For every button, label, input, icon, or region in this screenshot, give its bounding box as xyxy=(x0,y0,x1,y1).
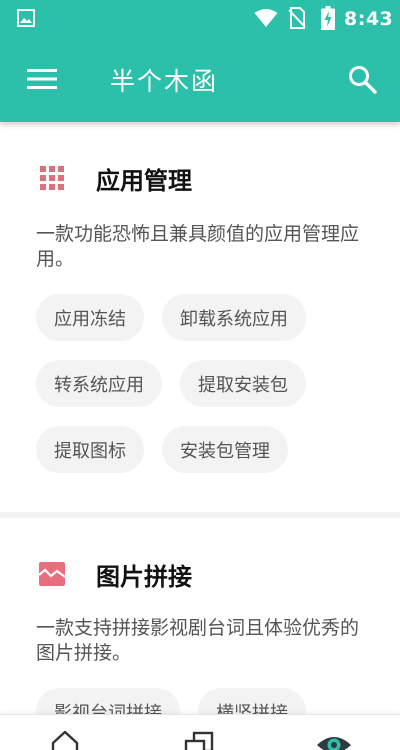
section-header: 应用管理 xyxy=(38,160,192,196)
section-title: 应用管理 xyxy=(96,166,192,195)
chip-row: 转系统应用 提取安装包 xyxy=(36,360,380,407)
image-stitch-card[interactable]: 图片拼接 一款支持拼接影视剧台词且体验优秀的图片拼接。 影视台词拼接 横竖拼接 xyxy=(0,518,400,735)
status-time: 8:43 xyxy=(344,8,394,30)
app-management-card[interactable]: 应用管理 一款功能恐怖且兼具颜值的应用管理应用。 应用冻结 卸载系统应用 转系统… xyxy=(0,122,400,512)
app-bar: 半个木函 xyxy=(0,36,400,122)
section-header: 图片拼接 xyxy=(38,556,192,592)
image-notification-icon xyxy=(17,9,35,27)
home-icon[interactable] xyxy=(50,729,80,750)
layers-icon[interactable] xyxy=(183,731,215,750)
grid-icon xyxy=(40,166,64,190)
section-title: 图片拼接 xyxy=(96,562,192,591)
section-description: 一款功能恐怖且兼具颜值的应用管理应用。 xyxy=(36,223,360,270)
chip-convert-system-app[interactable]: 转系统应用 xyxy=(36,360,162,407)
chip-app-freeze[interactable]: 应用冻结 xyxy=(36,294,144,341)
menu-icon[interactable] xyxy=(26,66,58,92)
chip-extract-package[interactable]: 提取安装包 xyxy=(180,360,306,407)
search-icon[interactable] xyxy=(346,63,378,95)
chip-group: 应用冻结 卸载系统应用 转系统应用 提取安装包 提取图标 安装包管理 xyxy=(36,294,380,492)
status-bar: 8:43 xyxy=(0,0,400,36)
page-title: 半个木函 xyxy=(110,67,219,96)
chip-row: 提取图标 安装包管理 xyxy=(36,426,380,473)
chip-package-manager[interactable]: 安装包管理 xyxy=(162,426,288,473)
chip-extract-icon[interactable]: 提取图标 xyxy=(36,426,144,473)
battery-charging-icon xyxy=(321,6,335,30)
wifi-icon xyxy=(254,9,278,27)
chip-uninstall-system-app[interactable]: 卸载系统应用 xyxy=(162,294,306,341)
chip-row: 应用冻结 卸载系统应用 xyxy=(36,294,380,341)
eye-icon[interactable] xyxy=(316,731,352,750)
section-description: 一款支持拼接影视剧台词且体验优秀的图片拼接。 xyxy=(36,617,360,664)
no-sim-icon xyxy=(288,7,306,29)
image-stitch-icon xyxy=(38,562,66,586)
bottom-navigation xyxy=(0,714,400,750)
